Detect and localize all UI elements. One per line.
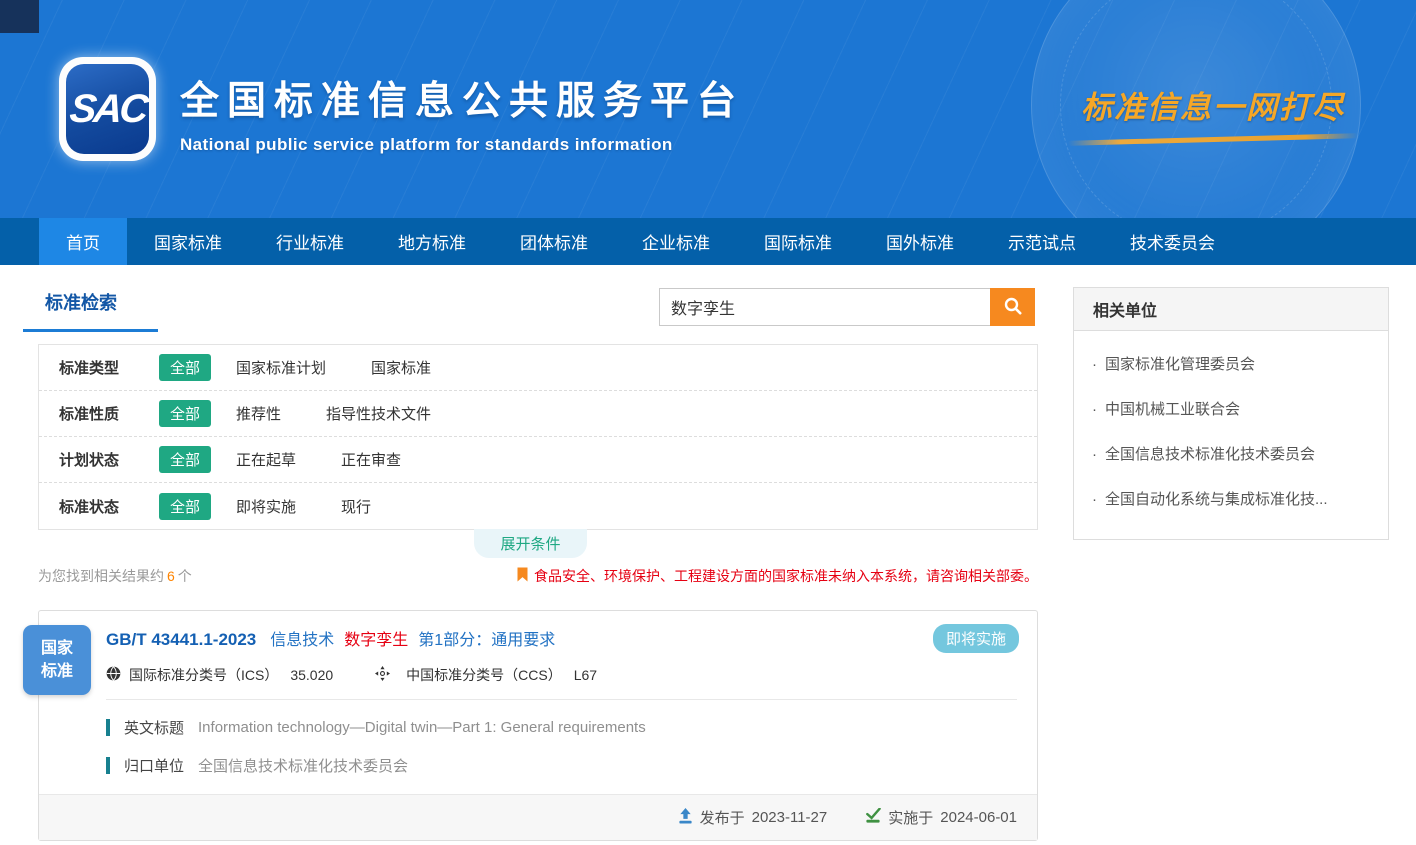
filter-option-all[interactable]: 全部	[159, 493, 211, 520]
filter-row-standard-type: 标准类型 全部 国家标准计划 国家标准	[39, 345, 1037, 391]
english-title-row: 英文标题 Information technology—Digital twin…	[106, 717, 1017, 738]
sac-logo[interactable]: SAC	[59, 57, 156, 161]
main-nav: 首页 国家标准 行业标准 地方标准 团体标准 企业标准 国际标准 国外标准 示范…	[0, 218, 1416, 265]
row-accent-bar	[106, 719, 110, 736]
search-input[interactable]	[659, 288, 990, 326]
standard-title-part[interactable]: 第1部分：通用要求	[418, 632, 555, 649]
nav-item-local-standards[interactable]: 地方标准	[371, 218, 493, 265]
search-box	[659, 288, 1035, 326]
filter-option[interactable]: 现行	[341, 496, 371, 517]
results-count-number: 6	[167, 568, 175, 584]
implemented-date-item: 实施于 2024-06-01	[865, 807, 1017, 828]
implemented-date: 2024-06-01	[940, 809, 1017, 826]
system-notice: 食品安全、环境保护、工程建设方面的国家标准未纳入本系统，请咨询相关部委。	[517, 566, 1038, 586]
implement-check-icon	[865, 808, 888, 828]
published-date: 2023-11-27	[752, 809, 828, 826]
filter-label: 计划状态	[59, 449, 159, 470]
site-subtitle: National public service platform for sta…	[180, 135, 744, 155]
related-unit-link[interactable]: 中国机械工业联合会	[1092, 386, 1370, 431]
standard-result-card: 国家 标准 即将实施 GB/T 43441.1-2023信息技术数字孪生第1部分…	[38, 610, 1038, 841]
filter-option[interactable]: 指导性技术文件	[326, 403, 431, 424]
related-units-panel: 相关单位 国家标准化管理委员会 中国机械工业联合会 全国信息技术标准化技术委员会…	[1073, 287, 1389, 540]
compass-icon	[375, 666, 398, 684]
nav-item-enterprise-standards[interactable]: 企业标准	[615, 218, 737, 265]
site-title: 全国标准信息公共服务平台	[180, 70, 744, 126]
corner-decoration	[0, 0, 39, 33]
search-icon	[1003, 296, 1023, 319]
filter-option[interactable]: 正在审查	[341, 449, 401, 470]
related-unit-link[interactable]: 全国信息技术标准化技术委员会	[1092, 431, 1370, 476]
nav-item-national-standards[interactable]: 国家标准	[127, 218, 249, 265]
standard-code-link[interactable]: GB/T 43441.1-2023	[106, 630, 256, 649]
filter-row-standard-nature: 标准性质 全部 推荐性 指导性技术文件	[39, 391, 1037, 437]
nav-item-international-standards[interactable]: 国际标准	[737, 218, 859, 265]
filter-option[interactable]: 正在起草	[236, 449, 296, 470]
standard-type-badge: 国家 标准	[23, 625, 91, 695]
bookmark-icon	[517, 567, 534, 585]
filter-option-all[interactable]: 全部	[159, 400, 211, 427]
filter-option-all[interactable]: 全部	[159, 446, 211, 473]
status-badge: 即将实施	[933, 624, 1019, 653]
filter-option[interactable]: 即将实施	[236, 496, 296, 517]
filter-row-plan-status: 计划状态 全部 正在起草 正在审查	[39, 437, 1037, 483]
standard-title[interactable]: GB/T 43441.1-2023 信息技术数字孪生第1部分：通用要求	[106, 627, 1017, 653]
standard-title-highlight[interactable]: 数字孪生	[344, 632, 408, 649]
card-footer: 发布于 2023-11-27 实施于 2024-06-01	[39, 794, 1037, 840]
ics-value: 35.020	[290, 667, 333, 683]
filter-label: 标准类型	[59, 357, 159, 378]
related-units-title: 相关单位	[1074, 288, 1388, 331]
publish-upload-icon	[678, 808, 700, 828]
filter-panel: 标准类型 全部 国家标准计划 国家标准 标准性质 全部 推荐性 指导性技术文件 …	[38, 344, 1038, 530]
nav-item-foreign-standards[interactable]: 国外标准	[859, 218, 981, 265]
filter-option[interactable]: 推荐性	[236, 403, 281, 424]
filter-option-all[interactable]: 全部	[159, 354, 211, 381]
results-count: 为您找到相关结果约6个	[38, 566, 192, 586]
row-accent-bar	[106, 757, 110, 774]
nav-item-pilot-demonstration[interactable]: 示范试点	[981, 218, 1103, 265]
related-unit-link[interactable]: 全国自动化系统与集成标准化技...	[1092, 476, 1370, 521]
nav-item-group-standards[interactable]: 团体标准	[493, 218, 615, 265]
filter-label: 标准状态	[59, 496, 159, 517]
site-banner: SAC 全国标准信息公共服务平台 National public service…	[0, 0, 1416, 218]
divider	[106, 699, 1017, 700]
ccs-label: 中国标准分类号（CCS）	[406, 665, 562, 685]
filter-row-standard-status: 标准状态 全部 即将实施 现行	[39, 483, 1037, 529]
committee-row: 归口单位 全国信息技术标准化技术委员会	[106, 755, 1017, 776]
filter-option[interactable]: 国家标准计划	[236, 357, 326, 378]
related-unit-link[interactable]: 国家标准化管理委员会	[1092, 341, 1370, 386]
filter-option[interactable]: 国家标准	[371, 357, 431, 378]
ccs-value: L67	[574, 667, 597, 683]
nav-item-industry-standards[interactable]: 行业标准	[249, 218, 371, 265]
nav-item-home[interactable]: 首页	[39, 218, 127, 265]
expand-conditions-button[interactable]: 展开条件	[474, 529, 586, 558]
globe-icon	[106, 666, 129, 684]
section-title-standard-search: 标准检索	[23, 287, 158, 332]
published-date-item: 发布于 2023-11-27	[678, 807, 828, 828]
standard-title-part[interactable]: 信息技术	[270, 632, 334, 649]
filter-label: 标准性质	[59, 403, 159, 424]
search-button[interactable]	[990, 288, 1035, 326]
ics-label: 国际标准分类号（ICS）	[129, 665, 278, 685]
nav-item-technical-committees[interactable]: 技术委员会	[1103, 218, 1242, 265]
sac-logo-text: SAC	[67, 87, 147, 132]
banner-slogan: 标准信息一网打尽	[1068, 82, 1358, 142]
